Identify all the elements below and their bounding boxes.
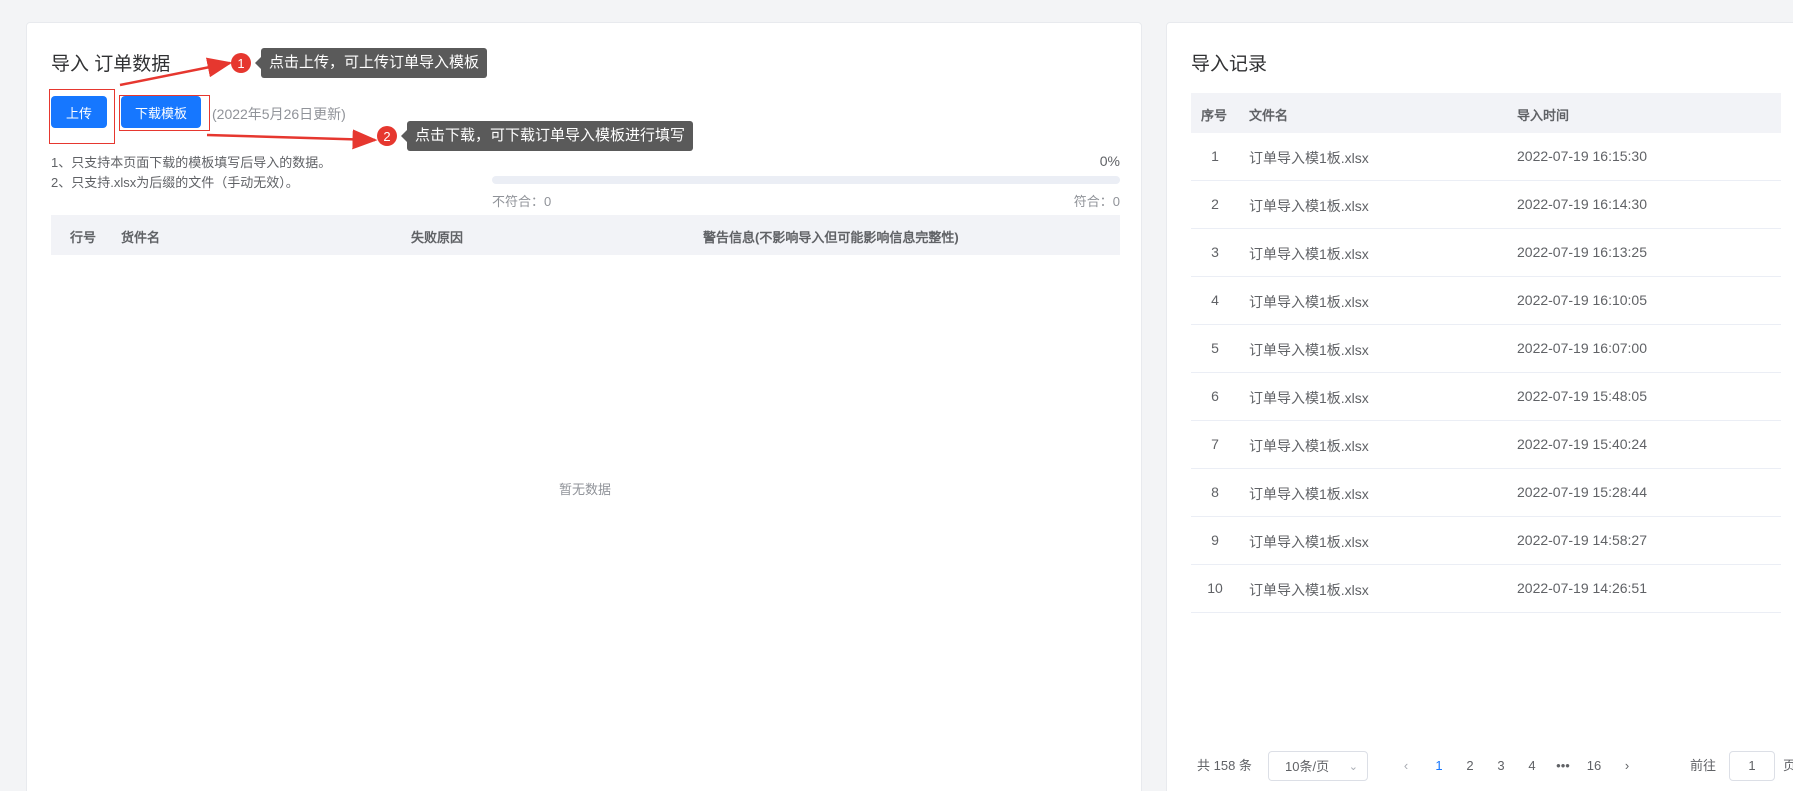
row-import-time: 2022-07-19 14:26:51 xyxy=(1517,580,1647,596)
progress-valid-count: 符合：0 xyxy=(1073,194,1120,209)
row-import-time: 2022-07-19 14:58:27 xyxy=(1517,532,1647,548)
column-header: 序号 xyxy=(1201,108,1228,123)
row-import-time: 2022-07-19 15:28:44 xyxy=(1517,484,1647,500)
progress-percent: 0% xyxy=(1099,153,1120,169)
column-header: 货件名 xyxy=(121,230,161,245)
import-panel-title: 导入 订单数据 xyxy=(51,54,171,75)
row-index: 3 xyxy=(1211,244,1219,260)
page-button-1[interactable]: 1 xyxy=(1425,751,1453,781)
row-file-name: 订单导入模1板.xlsx xyxy=(1249,294,1369,310)
row-file-name: 订单导入模1板.xlsx xyxy=(1249,150,1369,166)
row-import-time: 2022-07-19 16:10:05 xyxy=(1517,292,1647,308)
page-button-2[interactable]: 2 xyxy=(1456,751,1484,781)
table-row[interactable]: 2 订单导入模1板.xlsx 2022-07-19 16:14:30 xyxy=(1191,181,1781,229)
annotation-badge-1: 1 xyxy=(231,53,251,73)
pagination: 共 158 条 10条/页 ⌄ ‹ 1 2 3 4 ••• 16 › 前往 页 xyxy=(1167,751,1793,781)
pagination-total: 共 158 条 xyxy=(1197,758,1252,773)
row-file-name: 订单导入模1板.xlsx xyxy=(1249,534,1369,550)
page-button-16[interactable]: 16 xyxy=(1580,751,1608,781)
more-pages-icon[interactable]: ••• xyxy=(1549,751,1577,781)
history-panel-title: 导入记录 xyxy=(1191,54,1268,75)
empty-table-text: 暂无数据 xyxy=(558,482,611,497)
download-template-button[interactable]: 下载模板 xyxy=(121,96,201,128)
row-import-time: 2022-07-19 16:15:30 xyxy=(1517,148,1647,164)
row-index: 6 xyxy=(1211,388,1219,404)
annotation-tooltip-2: 点击下载，可下载订单导入模板进行填写 xyxy=(400,121,694,151)
tip-line: 1、只支持本页面下载的模板填写后导入的数据。 xyxy=(51,155,332,170)
table-row[interactable]: 1 订单导入模1板.xlsx 2022-07-19 16:15:30 xyxy=(1191,133,1781,181)
progress-bar xyxy=(492,176,1120,184)
table-row[interactable]: 8 订单导入模1板.xlsx 2022-07-19 15:28:44 xyxy=(1191,469,1781,517)
row-file-name: 订单导入模1板.xlsx xyxy=(1249,438,1369,454)
row-import-time: 2022-07-19 16:07:00 xyxy=(1517,340,1647,356)
row-index: 2 xyxy=(1211,196,1219,212)
table-row[interactable]: 4 订单导入模1板.xlsx 2022-07-19 16:10:05 xyxy=(1191,277,1781,325)
table-row[interactable]: 7 订单导入模1板.xlsx 2022-07-19 15:40:24 xyxy=(1191,421,1781,469)
row-file-name: 订单导入模1板.xlsx xyxy=(1249,246,1369,262)
page-button-4[interactable]: 4 xyxy=(1518,751,1546,781)
row-index: 5 xyxy=(1211,340,1219,356)
result-table-header: 行号 货件名 失败原因 警告信息(不影响导入但可能影响信息完整性) xyxy=(51,215,1120,255)
annotation-badge-2: 2 xyxy=(377,126,397,146)
chevron-down-icon: ⌄ xyxy=(1348,761,1358,773)
row-import-time: 2022-07-19 16:14:30 xyxy=(1517,196,1647,212)
template-update-note: (2022年5月26日更新) xyxy=(212,106,346,122)
page-size-value: 10条/页 xyxy=(1285,759,1330,774)
table-row[interactable]: 6 订单导入模1板.xlsx 2022-07-19 15:48:05 xyxy=(1191,373,1781,421)
upload-button[interactable]: 上传 xyxy=(51,96,107,128)
history-table-header: 序号 文件名 导入时间 xyxy=(1191,93,1781,133)
row-index: 1 xyxy=(1211,148,1219,164)
row-file-name: 订单导入模1板.xlsx xyxy=(1249,486,1369,502)
row-import-time: 2022-07-19 15:48:05 xyxy=(1517,388,1647,404)
page-size-select[interactable]: 10条/页 ⌄ xyxy=(1268,751,1368,781)
prev-page-icon[interactable]: ‹ xyxy=(1392,751,1420,781)
row-index: 8 xyxy=(1211,484,1219,500)
column-header: 文件名 xyxy=(1249,108,1289,123)
goto-page-input[interactable] xyxy=(1729,751,1775,781)
row-index: 10 xyxy=(1207,580,1223,596)
annotation-tooltip-1: 点击上传，可上传订单导入模板 xyxy=(254,48,488,78)
table-row[interactable]: 3 订单导入模1板.xlsx 2022-07-19 16:13:25 xyxy=(1191,229,1781,277)
tip-line: 2、只支持.xlsx为后缀的文件（手动无效）。 xyxy=(51,175,299,190)
import-tips: 1、只支持本页面下载的模板填写后导入的数据。 2、只支持.xlsx为后缀的文件（… xyxy=(51,153,331,193)
page-button-3[interactable]: 3 xyxy=(1487,751,1515,781)
goto-label: 前往 xyxy=(1690,758,1717,773)
page-suffix-label: 页 xyxy=(1783,758,1793,773)
column-header: 导入时间 xyxy=(1517,108,1570,123)
column-header: 行号 xyxy=(70,230,97,245)
row-import-time: 2022-07-19 16:13:25 xyxy=(1517,244,1647,260)
row-file-name: 订单导入模1板.xlsx xyxy=(1249,390,1369,406)
history-table-body: 1 订单导入模1板.xlsx 2022-07-19 16:15:30 2 订单导入模1… xyxy=(1191,133,1781,613)
row-import-time: 2022-07-19 15:40:24 xyxy=(1517,436,1647,452)
row-file-name: 订单导入模1板.xlsx xyxy=(1249,198,1369,214)
row-file-name: 订单导入模1板.xlsx xyxy=(1249,582,1369,598)
row-index: 4 xyxy=(1211,292,1219,308)
history-panel: 导入记录 序号 文件名 导入时间 1 订单导入模1板.xlsx 2022-07-19… xyxy=(1166,22,1793,791)
table-row[interactable]: 9 订单导入模1板.xlsx 2022-07-19 14:58:27 xyxy=(1191,517,1781,565)
row-file-name: 订单导入模1板.xlsx xyxy=(1249,342,1369,358)
table-row[interactable]: 10 订单导入模1板.xlsx 2022-07-19 14:26:51 xyxy=(1191,565,1781,613)
row-index: 9 xyxy=(1211,532,1219,548)
row-index: 7 xyxy=(1211,436,1219,452)
column-header: 警告信息(不影响导入但可能影响信息完整性) xyxy=(703,230,959,245)
progress-invalid-count: 不符合：0 xyxy=(492,194,552,209)
next-page-icon[interactable]: › xyxy=(1613,751,1641,781)
column-header: 失败原因 xyxy=(411,230,464,245)
table-row[interactable]: 5 订单导入模1板.xlsx 2022-07-19 16:07:00 xyxy=(1191,325,1781,373)
